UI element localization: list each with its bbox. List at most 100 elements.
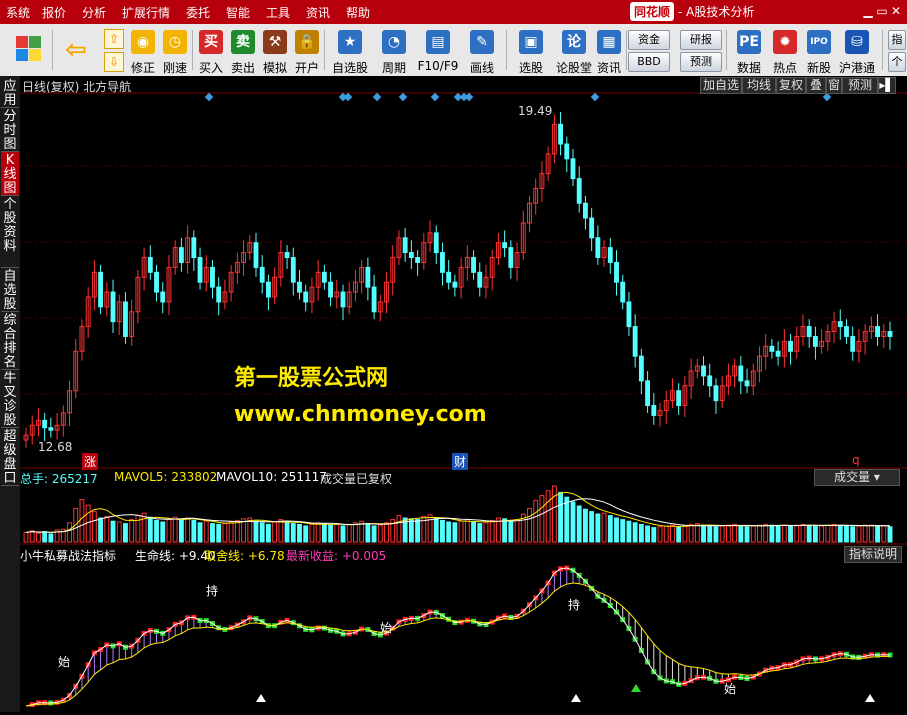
- candle-body: [471, 257, 476, 273]
- candle-body: [48, 427, 54, 431]
- candle-body: [558, 123, 563, 145]
- volume-bar: [98, 517, 104, 543]
- candle-body: [595, 237, 601, 259]
- volume-bar: [576, 505, 582, 543]
- news-button[interactable]: ▦ 资讯: [594, 26, 624, 75]
- fund-button[interactable]: 资金: [628, 30, 670, 50]
- sidebar-tab-6[interactable]: 牛叉诊股: [1, 370, 19, 428]
- research-report-button[interactable]: 研报: [680, 30, 722, 50]
- volume-bar: [284, 520, 290, 543]
- grid-view-button[interactable]: [10, 26, 46, 74]
- event-marker-q[interactable]: q: [852, 453, 860, 467]
- candle-body: [415, 257, 421, 263]
- hk-connect-button[interactable]: ⛁ 沪港通: [836, 26, 878, 75]
- kline-button-2[interactable]: 复权: [776, 77, 806, 94]
- menu-item-0[interactable]: 系统: [6, 4, 30, 21]
- menu-item-3[interactable]: 扩展行情: [122, 4, 170, 21]
- bbd-button[interactable]: BBD: [628, 52, 670, 72]
- toolbar: ⇦ ⇧ ⇩ 资金 BBD 研报 预测 指 个 ◉ 修正 ◷ 刚速买买入卖卖出 ⚒ 模拟 🔒 开…: [0, 24, 907, 77]
- sidebar-tab-5[interactable]: 综合排名: [1, 312, 19, 370]
- favorites-button[interactable]: ★ 自选股: [328, 26, 372, 75]
- menu-item-8[interactable]: 帮助: [346, 4, 370, 21]
- volume-bar: [154, 519, 159, 543]
- candle-body: [887, 331, 893, 337]
- indicator-name: 小牛私募战法指标: [20, 549, 117, 563]
- event-marker-cai[interactable]: 财: [452, 453, 469, 470]
- fix-button[interactable]: ◉ 修正: [128, 26, 158, 75]
- hotspot-button-label: 热点: [772, 61, 797, 75]
- simulate-button[interactable]: ⚒ 模拟: [260, 26, 290, 75]
- kline-button-1[interactable]: 均线: [742, 77, 776, 94]
- ipo-icon: IPO: [807, 30, 831, 54]
- candle-body: [408, 252, 414, 259]
- candle-body: [812, 335, 818, 347]
- back-button[interactable]: ⇦: [58, 26, 94, 74]
- brand-logo: 同花顺: [630, 2, 675, 21]
- kline-button-5[interactable]: 预测: [842, 77, 878, 94]
- volume-bar: [769, 524, 775, 543]
- candle-body: [154, 271, 159, 293]
- sidebar-tab-3[interactable]: 个股资料: [1, 196, 19, 268]
- stock-picker-button[interactable]: ▣ 选股: [510, 26, 552, 75]
- candle-body: [564, 143, 570, 160]
- sidebar-tab-1[interactable]: 分时图: [1, 108, 19, 152]
- volume-bar: [191, 519, 197, 543]
- candle-body: [477, 271, 483, 288]
- volume-bar: [365, 523, 371, 543]
- kline-button-3[interactable]: 叠: [806, 77, 826, 94]
- menu-item-1[interactable]: 报价: [42, 4, 66, 21]
- indicator-help-button[interactable]: 指标说明: [844, 546, 902, 563]
- close-icon[interactable]: ✕: [890, 5, 902, 17]
- minimize-icon[interactable]: ▁: [862, 5, 874, 17]
- volume-bar: [812, 525, 818, 543]
- speed-test-button-label: 刚速: [162, 61, 187, 75]
- forum-button[interactable]: 论论股堂: [556, 26, 592, 75]
- candle-body: [402, 237, 408, 254]
- volume-bar: [582, 508, 588, 543]
- menu-item-6[interactable]: 工具: [266, 4, 290, 21]
- candle-body: [620, 281, 626, 303]
- speed-test-button[interactable]: ◷ 刚速: [160, 26, 190, 75]
- volume-dropdown-label: 成交量: [834, 470, 871, 484]
- forecast-button[interactable]: 预测: [680, 52, 722, 72]
- menu-item-5[interactable]: 智能: [226, 4, 250, 21]
- event-marker-zhang[interactable]: 涨: [82, 453, 99, 470]
- menu-item-2[interactable]: 分析: [82, 4, 106, 21]
- candle-body: [744, 380, 750, 387]
- period-button[interactable]: ◔ 周期: [374, 26, 414, 75]
- stock-picker-button-label: 选股: [518, 61, 543, 75]
- volume-bar: [471, 521, 476, 543]
- buy-button[interactable]: 买买入: [196, 26, 226, 75]
- volume-indicator-dropdown[interactable]: 成交量 ▾: [814, 469, 900, 486]
- hotspot-button[interactable]: ✹ 热点: [768, 26, 802, 75]
- sidebar-tab-4[interactable]: 自选股: [1, 268, 19, 312]
- candle-body: [265, 281, 271, 298]
- data-icon: PE: [737, 30, 761, 54]
- toolbar-more-button-1[interactable]: 指: [888, 30, 906, 50]
- chart-area: 日线(复权) 北方导航 加自选 均线 复权叠窗预测 ▸▌ 19.49 12.68 涨…: [20, 76, 907, 712]
- indicator-profit: 最新收益: +0.005: [286, 549, 387, 563]
- volume-bar: [744, 526, 750, 543]
- draw-line-button[interactable]: ✎ 画线: [462, 26, 502, 75]
- ipo-button[interactable]: IPO 新股: [804, 26, 834, 75]
- f10-button[interactable]: ▤ F10/F9: [416, 26, 460, 74]
- menu-item-4[interactable]: 委托: [186, 4, 210, 21]
- candle-body: [645, 380, 651, 407]
- sidebar-tab-7[interactable]: 超级盘口: [1, 428, 19, 486]
- toolbar-more-button-2[interactable]: 个: [888, 52, 906, 72]
- up-down-button[interactable]: ⇧ ⇩: [100, 26, 126, 74]
- sidebar-tab-0[interactable]: 应用: [1, 78, 19, 108]
- panel-menu-button[interactable]: ▸▌: [878, 77, 896, 94]
- kline-button-0[interactable]: 加自选: [700, 77, 742, 94]
- candle-body: [651, 405, 657, 416]
- maximize-icon[interactable]: ▭: [876, 5, 888, 17]
- menu-item-7[interactable]: 资讯: [306, 4, 330, 21]
- open-account-button[interactable]: 🔒 开户: [292, 26, 322, 75]
- candle-body: [582, 202, 588, 219]
- data-button[interactable]: PE 数据: [734, 26, 764, 75]
- volume-bar: [701, 524, 706, 543]
- kline-button-4[interactable]: 窗: [826, 77, 842, 94]
- toolbar-separator-4: [726, 30, 727, 70]
- sidebar-tab-2[interactable]: K线图: [1, 152, 19, 196]
- sell-button[interactable]: 卖卖出: [228, 26, 258, 75]
